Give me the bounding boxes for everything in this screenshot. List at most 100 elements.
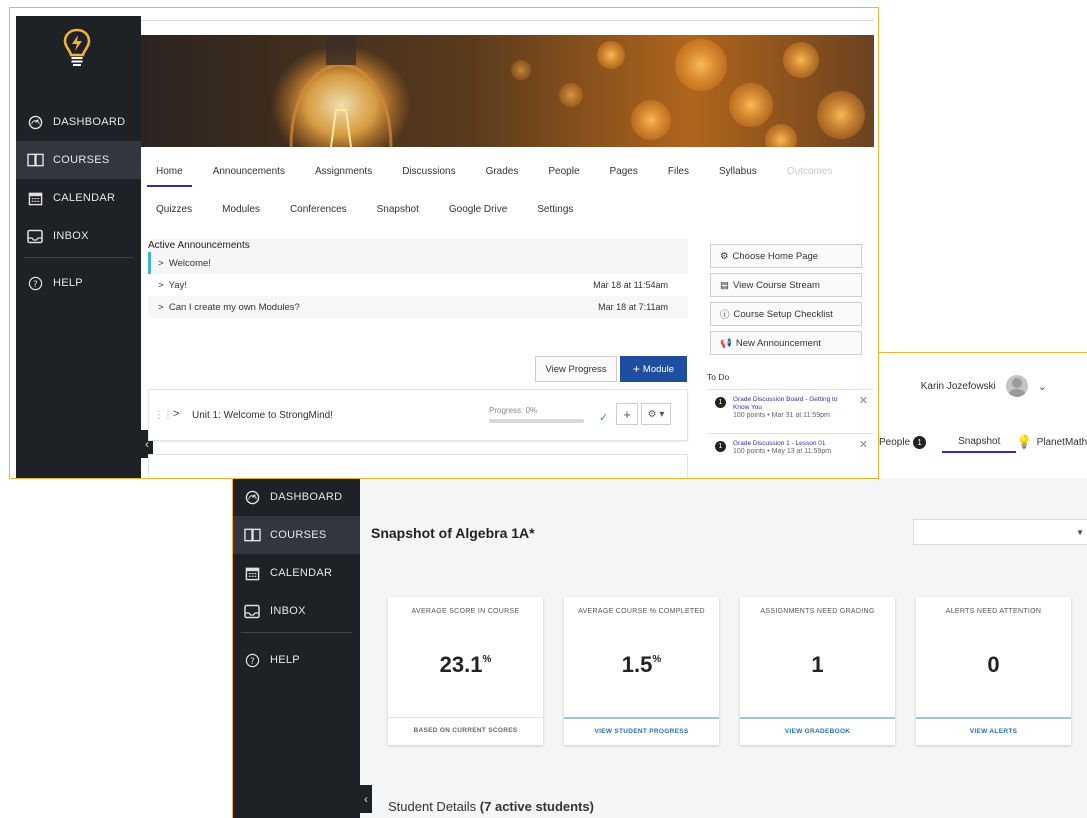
add-module-button[interactable]: + Module [620, 356, 687, 382]
tab-outcomes[interactable]: Outcomes [772, 158, 848, 184]
module-item[interactable]: ⋮⋮ > Unit 1: Welcome to StrongMind! Prog… [148, 389, 688, 441]
course-tabs-row1: Home Announcements Assignments Discussio… [141, 158, 874, 187]
announcement-title: Yay! [168, 279, 187, 291]
tab-pages[interactable]: Pages [595, 158, 653, 184]
view-course-stream-button[interactable]: ▤ View Course Stream [710, 273, 862, 297]
todo-meta: 100 points • Mar 31 at 11:59pm [733, 412, 830, 419]
sidebar-item-help[interactable]: ? HELP [233, 641, 360, 679]
avatar[interactable] [1005, 375, 1028, 397]
announcement-date: Mar 18 at 7:11am [598, 302, 668, 312]
sidebar: DASHBOARD COURSES CALENDAR INBOX ? HELP [233, 478, 360, 818]
sidebar-item-dashboard[interactable]: DASHBOARD [16, 103, 141, 141]
progress-label: Progress: 0% [489, 406, 538, 415]
sidebar-item-courses[interactable]: COURSES [233, 516, 360, 554]
sidebar-item-label: COURSES [53, 154, 110, 166]
stream-icon: ▤ [720, 279, 729, 291]
sidebar-item-courses[interactable]: COURSES [16, 141, 141, 179]
check-circle-icon: ✓ [599, 412, 609, 424]
plus-icon: + [623, 406, 631, 422]
tab-discussions[interactable]: Discussions [387, 158, 470, 184]
chevron-right-icon[interactable]: > [173, 408, 179, 420]
chevron-left-icon: ‹ [364, 792, 368, 806]
todo-meta: 100 points • May 13 at 11:59pm [733, 448, 832, 455]
tab-quizzes[interactable]: Quizzes [141, 196, 207, 222]
close-icon[interactable]: ✕ [859, 394, 868, 407]
student-details-heading: Student Details (7 active students) [388, 799, 594, 814]
stat-label: AVERAGE SCORE IN COURSE [411, 608, 520, 615]
tab-people[interactable]: People [533, 158, 594, 184]
stat-value: 23.1% [388, 652, 543, 678]
view-gradebook-link[interactable]: VIEW GRADEBOOK [740, 717, 895, 745]
stat-value: 0 [916, 652, 1071, 678]
tab-settings[interactable]: Settings [522, 196, 588, 222]
announcement-item[interactable]: > Welcome! [148, 252, 688, 274]
todo-link[interactable]: Grade Discussion Board - Getting to Know… [733, 396, 854, 412]
tab-planetmath[interactable]: 💡 PlanetMath [1016, 431, 1087, 453]
student-count: (7 active students) [479, 799, 594, 814]
tab-snapshot[interactable]: Snapshot [942, 431, 1017, 453]
choose-home-page-button[interactable]: ⚙ Choose Home Page [710, 244, 862, 268]
inbox-icon [26, 227, 44, 245]
sidebar-item-label: HELP [53, 277, 83, 289]
chevron-right-icon: > [158, 301, 164, 313]
tab-grades[interactable]: Grades [471, 158, 534, 184]
stat-number: 1 [811, 652, 824, 677]
drag-handle-icon[interactable]: ⋮⋮ [154, 410, 173, 421]
module-settings-button[interactable]: ⚙ ▾ [641, 403, 671, 425]
tab-assignments[interactable]: Assignments [300, 158, 387, 184]
view-alerts-link[interactable]: VIEW ALERTS [916, 717, 1071, 745]
tab-home[interactable]: Home [141, 158, 198, 187]
announcements-heading: Active Announcements [148, 239, 688, 252]
stat-label: AVERAGE COURSE % COMPLETED [578, 608, 705, 615]
book-icon [26, 151, 44, 169]
collapse-sidebar-button[interactable]: ‹ [360, 785, 372, 813]
sidebar-item-dashboard[interactable]: DASHBOARD [233, 478, 360, 516]
tab-files[interactable]: Files [653, 158, 704, 184]
chevron-down-icon[interactable]: ⌄ [1038, 380, 1047, 393]
tab-announcements[interactable]: Announcements [198, 158, 300, 184]
course-home-window: DASHBOARD COURSES CALENDAR INBOX ? HELP … [9, 7, 879, 479]
announcement-item[interactable]: > Can I create my own Modules? Mar 18 at… [148, 296, 688, 318]
sidebar-item-help[interactable]: ? HELP [16, 264, 141, 302]
announcement-item[interactable]: > Yay! Mar 18 at 11:54am [148, 274, 688, 296]
tab-people[interactable]: People 1 [873, 431, 942, 453]
svg-text:?: ? [250, 655, 255, 665]
sidebar-item-calendar[interactable]: CALENDAR [16, 179, 141, 217]
stat-unit: % [652, 654, 662, 665]
tab-snapshot[interactable]: Snapshot [362, 196, 434, 222]
sidebar-item-calendar[interactable]: CALENDAR [233, 554, 360, 592]
user-menu[interactable]: Karin Jozefowski ⌄ [921, 375, 1047, 397]
view-progress-button[interactable]: View Progress [535, 356, 617, 382]
course-setup-checklist-button[interactable]: ⓘ Course Setup Checklist [710, 302, 862, 326]
header-divider [141, 20, 874, 21]
lightbulb-icon: 💡 [1016, 434, 1033, 449]
todo-item[interactable]: 1 Grade Discussion Board - Getting to Kn… [707, 389, 874, 433]
add-item-button[interactable]: + [616, 403, 638, 425]
close-icon[interactable]: ✕ [859, 438, 868, 451]
sidebar-item-inbox[interactable]: INBOX [16, 217, 141, 255]
help-icon: ? [243, 651, 261, 669]
tab-conferences[interactable]: Conferences [275, 196, 362, 222]
tab-modules[interactable]: Modules [207, 196, 275, 222]
sidebar-divider [24, 257, 133, 258]
sidebar-item-inbox[interactable]: INBOX [233, 592, 360, 630]
stat-card-average-score: AVERAGE SCORE IN COURSE 23.1% BASED ON C… [388, 597, 543, 745]
new-announcement-button[interactable]: 📢 New Announcement [710, 331, 862, 355]
dashboard-icon [243, 488, 261, 506]
course-navigation: Home Announcements Assignments Discussio… [141, 158, 874, 222]
tab-syllabus[interactable]: Syllabus [704, 158, 772, 184]
stat-unit: % [482, 654, 492, 665]
sidebar-item-label: INBOX [270, 605, 306, 617]
section-select[interactable]: ▼ [913, 519, 1087, 545]
button-label: Module [642, 363, 675, 375]
view-student-progress-link[interactable]: VIEW STUDENT PROGRESS [564, 717, 719, 745]
announcement-title: Welcome! [168, 257, 211, 269]
lightbulb-logo-icon[interactable] [62, 28, 92, 68]
module-item[interactable] [148, 454, 688, 478]
todo-item[interactable]: 1 Grade Discussion 1 - Lesson 01 100 poi… [707, 433, 874, 477]
todo-link[interactable]: Grade Discussion 1 - Lesson 01 [733, 440, 854, 448]
sidebar: DASHBOARD COURSES CALENDAR INBOX ? HELP [16, 16, 141, 478]
stat-card-alerts: ALERTS NEED ATTENTION 0 VIEW ALERTS [916, 597, 1071, 745]
svg-text:?: ? [33, 278, 38, 288]
tab-google-drive[interactable]: Google Drive [434, 196, 522, 222]
